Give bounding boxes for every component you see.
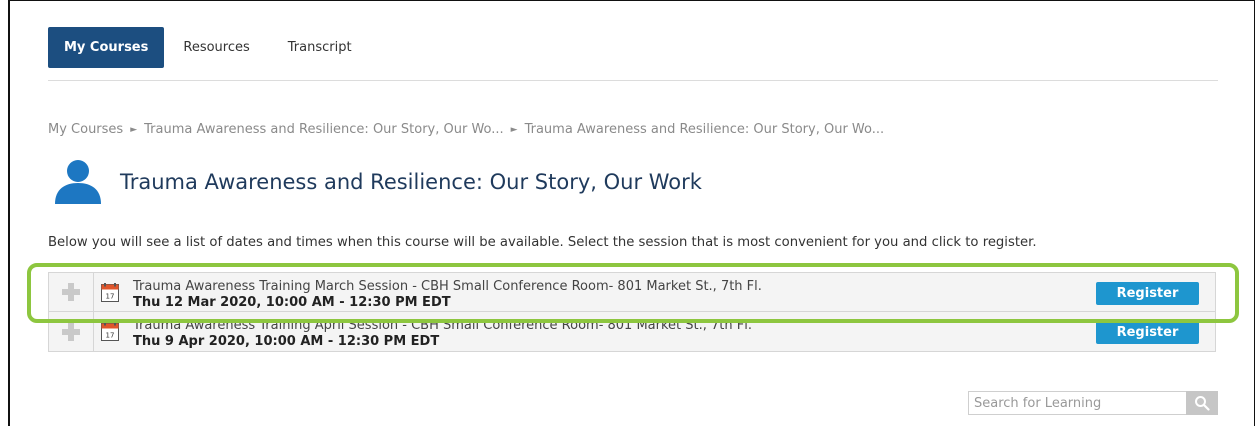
- search-icon: [1195, 396, 1210, 411]
- tab-transcript[interactable]: Transcript: [269, 27, 371, 68]
- tab-resources[interactable]: Resources: [164, 27, 268, 68]
- breadcrumb-my-courses[interactable]: My Courses: [48, 122, 123, 137]
- svg-text:17: 17: [106, 332, 115, 340]
- main-tabs: My Courses Resources Transcript: [48, 27, 371, 68]
- plus-icon: [62, 283, 80, 301]
- register-button[interactable]: Register: [1096, 321, 1199, 344]
- breadcrumb: My Courses ► Trauma Awareness and Resili…: [48, 122, 884, 137]
- session-row-april: 17 Trauma Awareness Training April Sessi…: [48, 312, 1216, 352]
- breadcrumb-separator-icon: ►: [130, 124, 138, 135]
- session-title: Trauma Awareness Training April Session …: [133, 318, 752, 333]
- calendar-icon: 17: [101, 283, 119, 302]
- frame-border-left: [8, 0, 10, 426]
- breadcrumb-separator-icon: ►: [510, 124, 518, 135]
- plus-icon: [62, 322, 80, 341]
- search-box: [968, 391, 1218, 415]
- page-title: Trauma Awareness and Resilience: Our Sto…: [120, 170, 702, 194]
- calendar-icon: 17: [101, 322, 119, 341]
- person-icon: [55, 160, 101, 204]
- expand-button[interactable]: [49, 273, 94, 311]
- tabs-divider: [48, 80, 1218, 81]
- search-button[interactable]: [1186, 391, 1218, 415]
- session-title: Trauma Awareness Training March Session …: [133, 279, 762, 294]
- svg-text:17: 17: [106, 293, 115, 301]
- session-datetime: Thu 12 Mar 2020, 10:00 AM - 12:30 PM EDT: [133, 295, 451, 310]
- breadcrumb-current: Trauma Awareness and Resilience: Our Sto…: [524, 122, 885, 137]
- search-input[interactable]: [968, 391, 1186, 415]
- register-button[interactable]: Register: [1096, 282, 1199, 305]
- session-list: 17 Trauma Awareness Training March Sessi…: [48, 272, 1216, 352]
- session-row-march: 17 Trauma Awareness Training March Sessi…: [48, 272, 1216, 312]
- frame-border-top: [8, 0, 1255, 1]
- intro-text: Below you will see a list of dates and t…: [48, 235, 1037, 250]
- tab-my-courses[interactable]: My Courses: [48, 27, 165, 68]
- session-datetime: Thu 9 Apr 2020, 10:00 AM - 12:30 PM EDT: [133, 334, 440, 349]
- breadcrumb-course[interactable]: Trauma Awareness and Resilience: Our Sto…: [144, 122, 504, 137]
- expand-button[interactable]: [49, 312, 94, 351]
